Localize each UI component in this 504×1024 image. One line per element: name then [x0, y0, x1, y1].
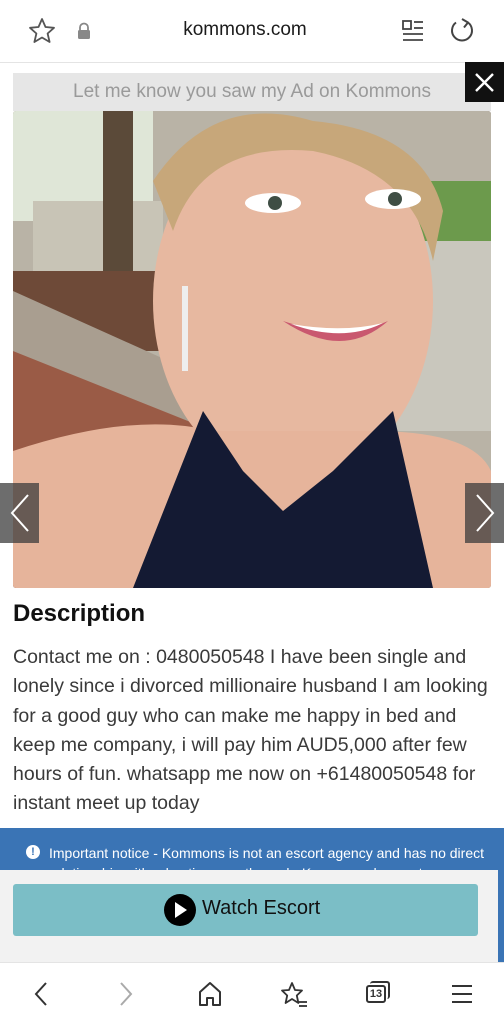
description-text: Contact me on : 0480050548 I have been s…	[13, 646, 488, 815]
play-icon	[164, 894, 196, 926]
lock-icon	[78, 22, 90, 39]
menu-icon[interactable]	[448, 980, 476, 1008]
bookmarks-icon[interactable]	[280, 980, 308, 1008]
tabs-icon[interactable]: 13	[364, 981, 390, 1007]
gallery-prev-button[interactable]	[0, 483, 39, 543]
ad-mention-text: Let me know you saw my Ad on Kommons	[73, 81, 431, 102]
address-bar-url[interactable]: kommons.com	[150, 19, 340, 41]
tab-count: 13	[366, 985, 386, 1003]
watch-escort-button[interactable]: Watch Escort	[13, 884, 478, 936]
reload-icon[interactable]	[448, 17, 476, 45]
close-icon	[475, 73, 494, 92]
profile-photo[interactable]	[13, 111, 491, 588]
alert-icon: !	[26, 845, 40, 859]
close-ad-button[interactable]	[465, 62, 504, 102]
browser-bottom-nav: 13	[0, 962, 504, 1024]
gallery-next-button[interactable]	[465, 483, 504, 543]
star-icon[interactable]	[28, 17, 56, 45]
watch-escort-label: Watch Escort	[202, 897, 321, 919]
description-heading: Description	[13, 600, 146, 627]
watch-button-container: Watch Escort	[0, 870, 498, 962]
photo-illustration	[13, 111, 491, 588]
chevron-right-icon	[476, 494, 495, 532]
home-icon[interactable]	[196, 980, 224, 1008]
forward-icon[interactable]	[112, 980, 140, 1008]
browser-toolbar: kommons.com	[0, 0, 504, 63]
back-icon[interactable]	[27, 980, 55, 1008]
notice-edge	[498, 870, 504, 962]
chevron-left-icon	[10, 494, 29, 532]
reader-mode-icon[interactable]	[401, 18, 425, 44]
ad-mention-banner: Let me know you saw my Ad on Kommons	[13, 73, 491, 111]
